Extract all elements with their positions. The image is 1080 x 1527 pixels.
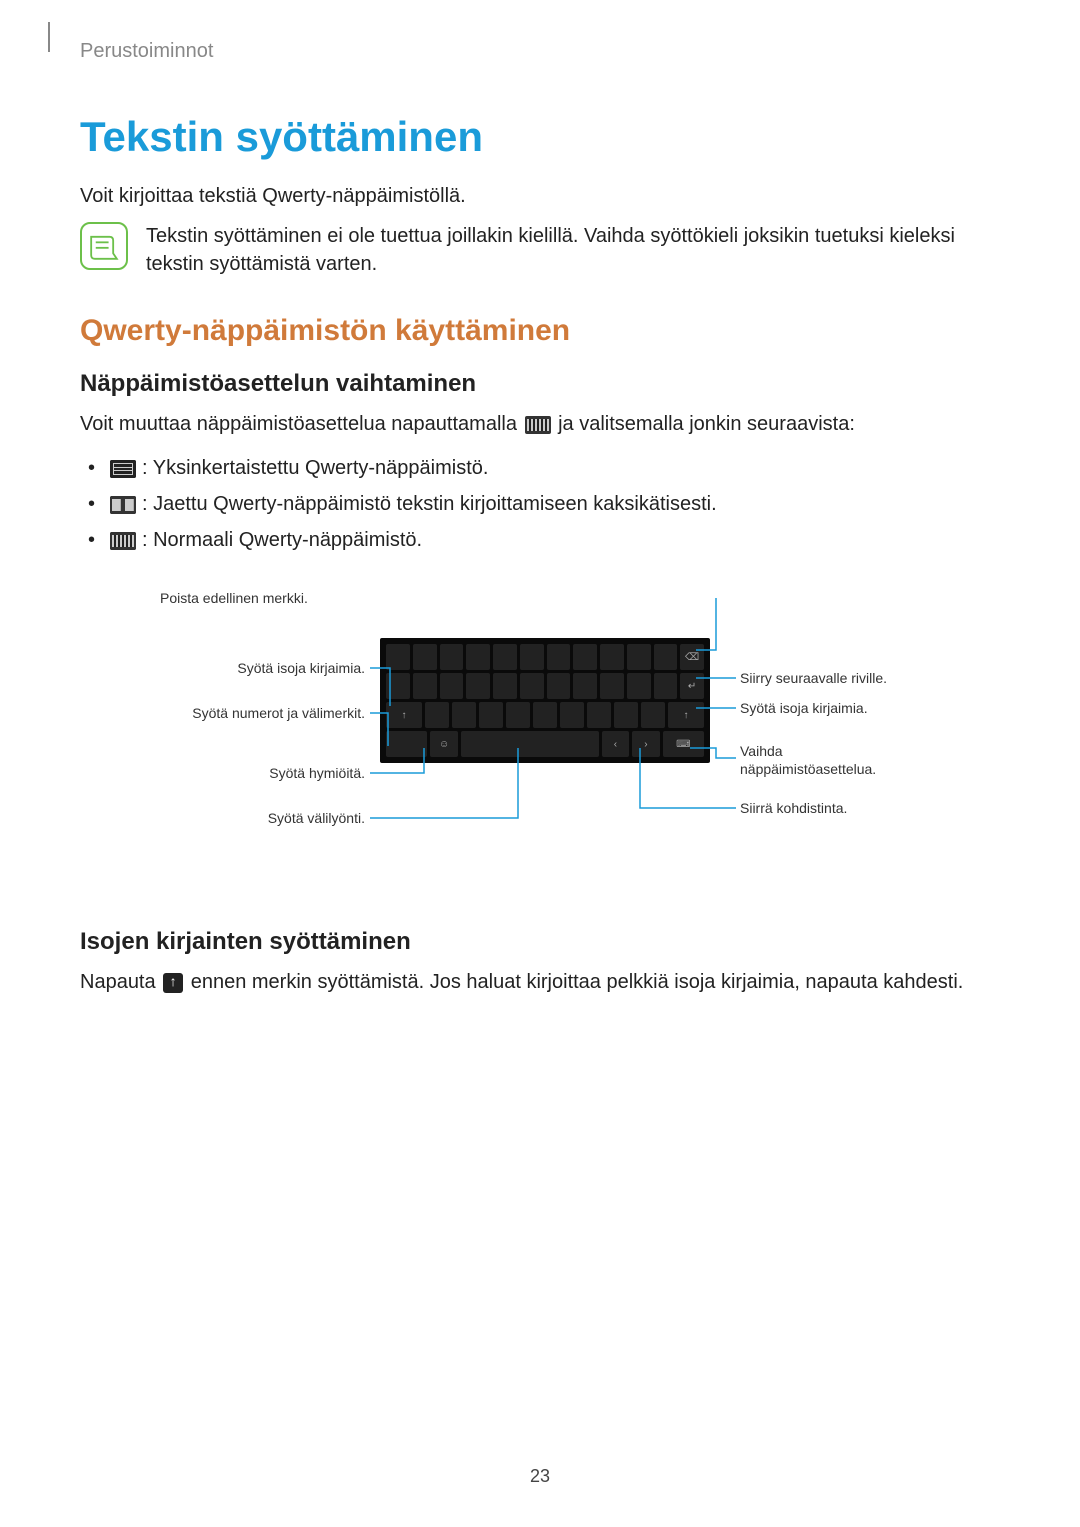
callout-space: Syötä välilyönti. [160, 810, 365, 828]
cursor-right-key: › [632, 731, 660, 757]
keyboard-image: ⌫ ↵ ↑ ↑ ☺ ‹ › ⌨ [380, 638, 710, 763]
emoji-key: ☺ [430, 731, 458, 757]
callout-shift-left: Syötä isoja kirjaimia. [160, 660, 365, 678]
callout-sym: Syötä numerot ja välimerkit. [160, 705, 365, 723]
page-number: 23 [0, 1466, 1080, 1487]
list-item-text: : Normaali Qwerty-näppäimistö. [142, 529, 422, 551]
callout-emoji: Syötä hymiöitä. [160, 765, 365, 783]
page-title: Tekstin syöttäminen [80, 113, 1000, 161]
callout-layout: Vaihda näppäimistöasettelua. [740, 743, 910, 778]
sub2-para-pre: Napauta [80, 971, 161, 993]
list-item-text: : Jaettu Qwerty-näppäimistö tekstin kirj… [142, 493, 717, 515]
cursor-left-key: ‹ [602, 731, 630, 757]
list-item: : Normaali Qwerty-näppäimistö. [80, 522, 1000, 558]
section-heading: Qwerty-näppäimistön käyttäminen [80, 314, 1000, 348]
keyboard-normal-icon [110, 532, 136, 550]
list-item: : Yksinkertaistettu Qwerty-näppäimistö. [80, 450, 1000, 486]
layout-key: ⌨ [663, 731, 704, 757]
note-icon [80, 222, 128, 270]
keyboard-diagram: ⌫ ↵ ↑ ↑ ☺ ‹ › ⌨ [160, 598, 920, 878]
shift-icon [163, 973, 183, 993]
subsection-1-heading: Näppäimistöasettelun vaihtaminen [80, 370, 1000, 398]
intro-text: Voit kirjoittaa tekstiä Qwerty-näppäimis… [80, 185, 1000, 208]
sub2-para: Napauta ennen merkin syöttämistä. Jos ha… [80, 968, 1000, 996]
callout-backspace: Poista edellinen merkki. [160, 590, 308, 608]
sub1-para-pre: Voit muuttaa näppäimistöasettelua napaut… [80, 413, 523, 435]
shift-left-key: ↑ [386, 702, 422, 728]
layout-options-list: : Yksinkertaistettu Qwerty-näppäimistö. … [80, 450, 1000, 558]
callout-enter: Siirry seuraavalle riville. [740, 670, 887, 688]
enter-key: ↵ [680, 673, 704, 699]
backspace-key: ⌫ [680, 644, 704, 670]
keyboard-split-icon [110, 496, 136, 514]
header-divider [48, 22, 50, 52]
space-key [461, 731, 599, 757]
note-text: Tekstin syöttäminen ei ole tuettua joill… [146, 222, 1000, 278]
sub1-para: Voit muuttaa näppäimistöasettelua napaut… [80, 410, 1000, 438]
subsection-2-heading: Isojen kirjainten syöttäminen [80, 928, 1000, 956]
sub2-para-post: ennen merkin syöttämistä. Jos haluat kir… [185, 971, 963, 993]
keyboard-normal-icon [110, 532, 136, 550]
breadcrumb: Perustoiminnot [80, 40, 1000, 63]
keyboard-compact-icon [110, 460, 136, 478]
callout-cursor: Siirrä kohdistinta. [740, 800, 847, 818]
callout-shift-right: Syötä isoja kirjaimia. [740, 700, 868, 718]
shift-right-key: ↑ [668, 702, 704, 728]
keyboard-compact-icon [110, 460, 136, 478]
keyboard-split-icon [110, 496, 136, 514]
keyboard-layout-icon [525, 416, 551, 434]
sub1-para-post: ja valitsemalla jonkin seuraavista: [553, 413, 855, 435]
list-item-text: : Yksinkertaistettu Qwerty-näppäimistö. [142, 457, 488, 479]
sym-key [386, 731, 427, 757]
list-item: : Jaettu Qwerty-näppäimistö tekstin kirj… [80, 486, 1000, 522]
